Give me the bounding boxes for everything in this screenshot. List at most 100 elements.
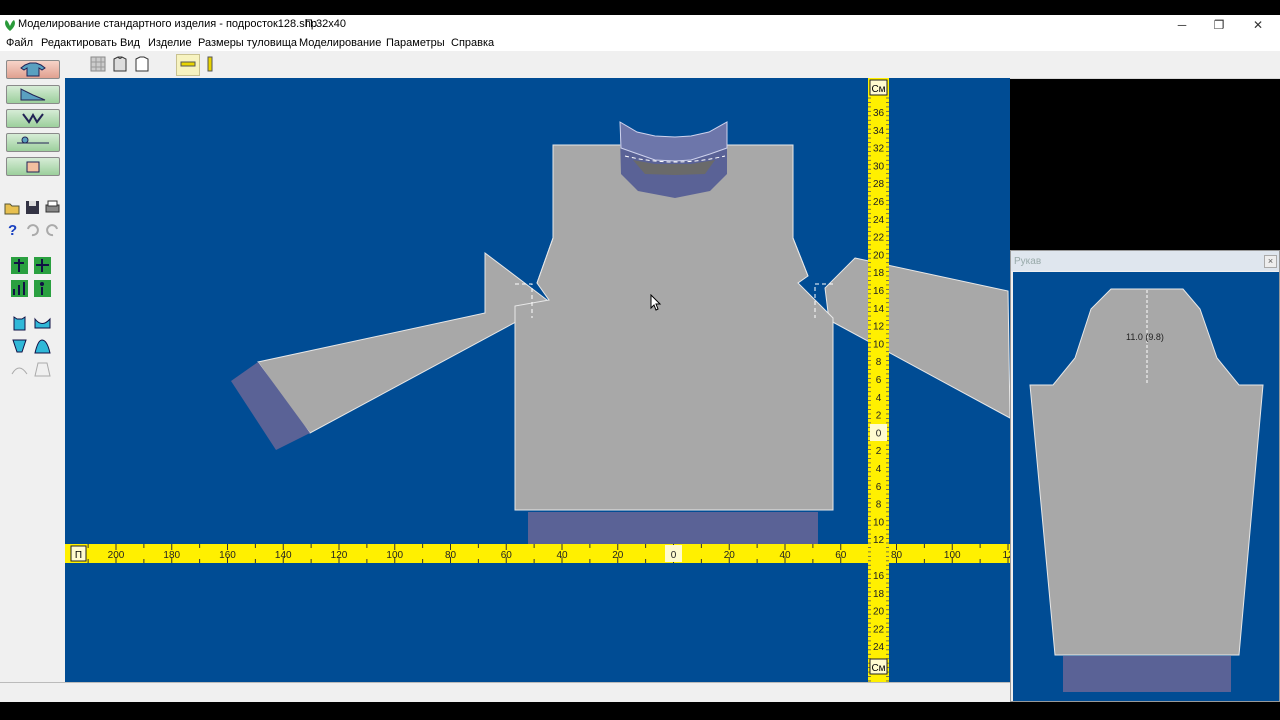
- vertical-ruler-icon[interactable]: [201, 55, 219, 73]
- ruler-h-label: 80: [891, 550, 903, 561]
- figure-a-icon[interactable]: [10, 256, 29, 275]
- menu-file[interactable]: Файл: [6, 37, 33, 49]
- ruler-v-label: 8: [876, 500, 882, 511]
- ruler-v-label: 6: [876, 375, 882, 386]
- figure-b-icon[interactable]: [33, 256, 52, 275]
- ruler-v-unit-top: См: [871, 84, 885, 95]
- minimize-button[interactable]: ─: [1162, 15, 1202, 36]
- ruler-h-unit: П: [75, 550, 82, 561]
- menu-modeling[interactable]: Моделирование: [299, 37, 381, 49]
- ruler-h-label: 200: [108, 550, 125, 561]
- ruler-v-label: 10: [873, 517, 885, 528]
- sweater-front-icon[interactable]: [111, 55, 129, 73]
- cup-shape-icon[interactable]: [10, 337, 29, 356]
- grid-icon[interactable]: [89, 55, 107, 73]
- ruler-v-label: 32: [873, 144, 885, 155]
- save-icon[interactable]: [23, 198, 42, 217]
- outline-b-icon[interactable]: [33, 360, 52, 379]
- ruler-v-label: 24: [873, 642, 885, 653]
- ruler-v-label: 4: [876, 464, 882, 475]
- sleeve-mode-icon: [22, 112, 44, 124]
- ruler-v-label: 18: [873, 268, 885, 279]
- pattern-mode-icon: [20, 88, 46, 101]
- ruler-v-unit-bottom: См: [871, 663, 885, 674]
- redo-icon[interactable]: [43, 220, 62, 239]
- menu-product[interactable]: Изделие: [148, 37, 192, 49]
- ruler-v-label: 34: [873, 126, 885, 137]
- menu-help[interactable]: Справка: [451, 37, 494, 49]
- open-icon[interactable]: [3, 198, 22, 217]
- ruler-v-label: 20: [873, 250, 885, 261]
- ruler-v-label: 26: [873, 197, 885, 208]
- window-title: Моделирование стандартного изделия - под…: [18, 18, 317, 30]
- measure-mode-icon: [17, 136, 49, 144]
- ruler-v-label: 14: [873, 304, 885, 315]
- help-icon[interactable]: ?: [3, 220, 22, 239]
- ruler-v-label: 2: [876, 446, 882, 457]
- restore-button[interactable]: ❐: [1199, 15, 1239, 36]
- ruler-v-label: 36: [873, 108, 885, 119]
- menu-edit[interactable]: Редактировать: [41, 37, 117, 49]
- ruler-v-label: 16: [873, 571, 885, 582]
- ruler-h-label: 140: [275, 550, 292, 561]
- ruler-h-label: 60: [835, 550, 847, 561]
- print-icon[interactable]: [43, 198, 62, 217]
- title-bar: Моделирование стандартного изделия - под…: [0, 15, 1280, 36]
- sleeve-window-close-button[interactable]: ×: [1264, 255, 1277, 268]
- mouse-cursor-icon: [650, 294, 662, 311]
- document-mode-button[interactable]: [6, 157, 60, 176]
- sleeve-window-titlebar: Рукав ×: [1011, 251, 1279, 271]
- body-shape-icon[interactable]: [10, 314, 29, 333]
- ruler-v-label: 30: [873, 161, 885, 172]
- bell-shape-icon[interactable]: [33, 337, 52, 356]
- ruler-h-label: 100: [944, 550, 961, 561]
- outline-a-icon[interactable]: [10, 360, 29, 379]
- ruler-v-label: 18: [873, 589, 885, 600]
- sleeve-mode-button[interactable]: [6, 109, 60, 128]
- ruler-v-label: 0: [876, 428, 882, 439]
- ruler-v-label: 24: [873, 215, 885, 226]
- ruler-v-label: 22: [873, 624, 885, 635]
- toolbar: [0, 51, 1280, 79]
- top-black-bar: [0, 0, 1280, 15]
- neckline-icon[interactable]: [33, 314, 52, 333]
- ruler-h-label: 160: [219, 550, 236, 561]
- status-bar: [0, 682, 1010, 703]
- ruler-h-label: 12: [1002, 550, 1010, 561]
- ruler-v-label: 22: [873, 233, 885, 244]
- sleeve-canvas[interactable]: 11.0 (9.8): [1013, 272, 1279, 701]
- close-button[interactable]: ✕: [1238, 15, 1278, 36]
- ruler-v-label: 12: [873, 322, 885, 333]
- figure-d-icon[interactable]: [33, 279, 52, 298]
- ruler-h-label: 40: [779, 550, 791, 561]
- ruler-v-label: 10: [873, 339, 885, 350]
- sleeve-window: Рукав × 11.0 (9.8): [1010, 250, 1280, 702]
- pattern-mode-button[interactable]: [6, 85, 60, 104]
- ruler-h-label: 120: [331, 550, 348, 561]
- ruler-h-label: 180: [163, 550, 180, 561]
- ruler-v-label: 16: [873, 286, 885, 297]
- sweater-mode-button[interactable]: [6, 60, 60, 79]
- menu-view[interactable]: Вид: [120, 37, 140, 49]
- design-canvas[interactable]: П 200 180 160 140 120 100 80 60 40 20 0 20 40 60 80 100…: [65, 78, 1010, 682]
- vertical-ruler: См См 3634323028262422201816141210864202…: [868, 78, 889, 682]
- measure-mode-button[interactable]: [6, 133, 60, 152]
- undo-icon[interactable]: [23, 220, 42, 239]
- sleeve-window-title: Рукав: [1014, 256, 1042, 267]
- menu-body-sizes[interactable]: Размеры туловища: [198, 37, 297, 49]
- menu-parameters[interactable]: Параметры: [386, 37, 445, 49]
- ruler-v-label: 20: [873, 607, 885, 618]
- svg-text:?: ?: [8, 222, 17, 239]
- ruler-v-label: 28: [873, 179, 885, 190]
- ruler-h-label: 20: [612, 550, 624, 561]
- ruler-h-label: 0: [671, 550, 677, 561]
- sleeve-measurement-label: 11.0 (9.8): [1126, 332, 1164, 342]
- horizontal-ruler-icon[interactable]: [179, 55, 197, 73]
- ruler-v-label: 8: [876, 357, 882, 368]
- figure-c-icon[interactable]: [10, 279, 29, 298]
- ruler-v-label: 6: [876, 482, 882, 493]
- ruler-v-label: 4: [876, 393, 882, 404]
- sweater-back-icon[interactable]: [133, 55, 151, 73]
- ruler-h-label: 60: [501, 550, 513, 561]
- app-logo-icon: [5, 20, 15, 31]
